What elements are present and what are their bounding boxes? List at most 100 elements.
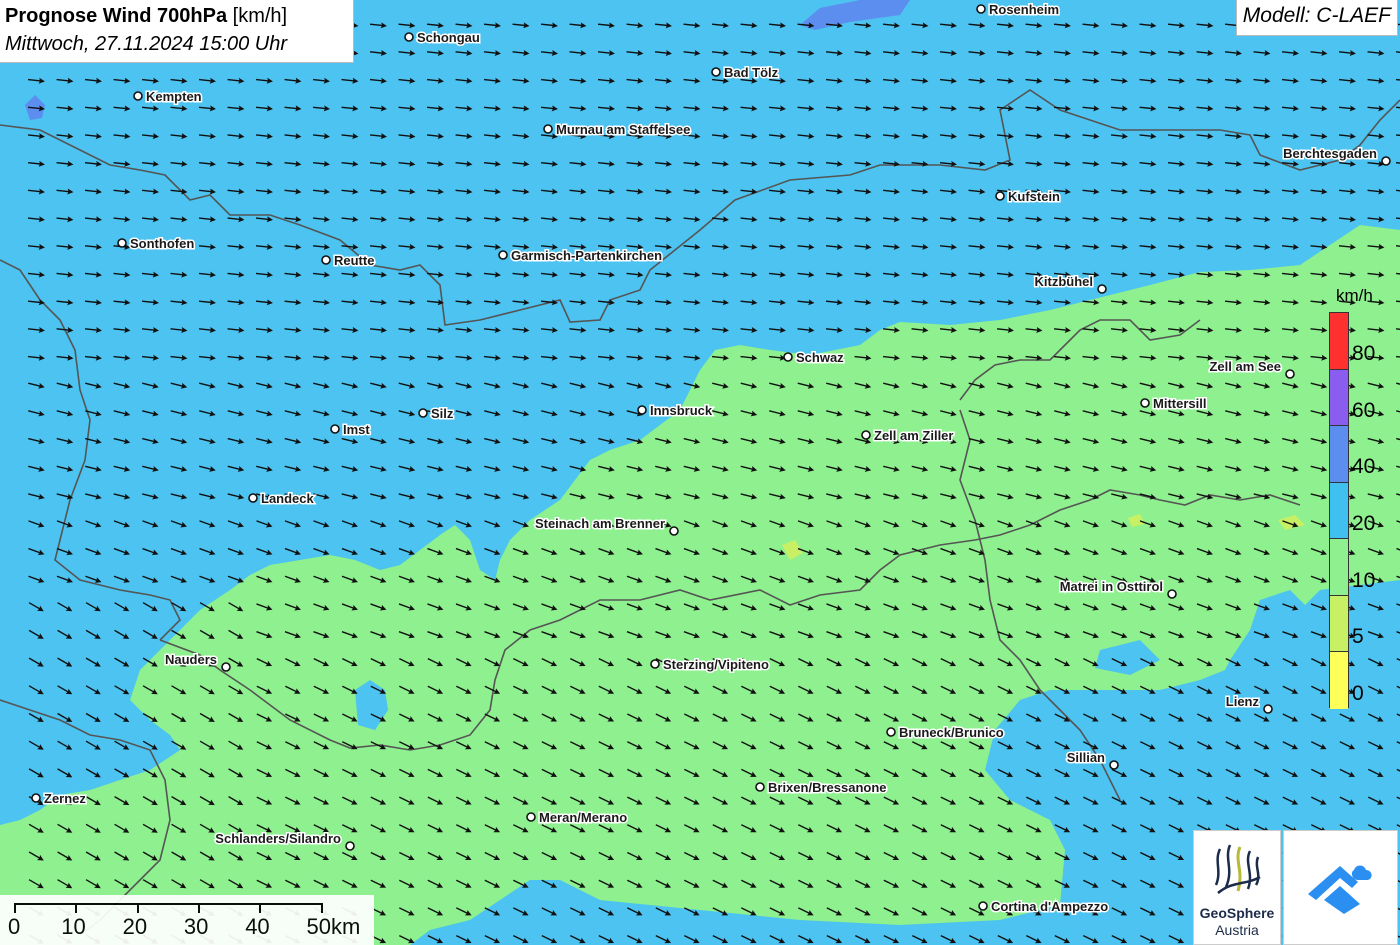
geosphere-name: GeoSphere <box>1199 905 1275 921</box>
scale-tick <box>259 903 262 913</box>
city-marker <box>133 91 143 101</box>
geosphere-sub: Austria <box>1215 922 1259 938</box>
city-marker <box>861 430 871 440</box>
city-marker <box>321 255 331 265</box>
city-label: Kufstein <box>1008 189 1060 204</box>
wind-map: Rosenheim Schongau Bad Tölz Kempten Murnau a… <box>0 0 1400 945</box>
scale-tick <box>136 903 139 913</box>
city-label: Matrei in Osttirol <box>1060 579 1163 594</box>
city-marker <box>526 812 536 822</box>
city-marker <box>248 493 258 503</box>
legend-color-bar <box>1329 312 1349 709</box>
city-label: Sonthofen <box>130 236 194 251</box>
city-marker <box>1097 284 1107 294</box>
city-marker <box>345 841 355 851</box>
city-marker <box>711 67 721 77</box>
city-label: Nauders <box>165 652 217 667</box>
legend-swatch <box>1330 313 1348 370</box>
city-label: Kitzbühel <box>1035 274 1094 289</box>
city-marker <box>31 793 41 803</box>
city-label: Zell am Ziller <box>874 428 953 443</box>
scale-tick <box>197 903 200 913</box>
city-label: Mittersill <box>1153 396 1206 411</box>
legend-swatch <box>1330 539 1348 596</box>
legend-label: 10 <box>1352 568 1376 592</box>
scale-label: 40 <box>245 914 270 939</box>
city-marker <box>995 191 1005 201</box>
legend-unit: km/h <box>1336 286 1373 305</box>
city-marker <box>650 659 660 669</box>
geosphere-logo: GeoSphere Austria <box>1193 830 1281 945</box>
legend-label: 20 <box>1352 512 1376 535</box>
weather-app-logo[interactable] <box>1283 830 1398 945</box>
city-label: Kempten <box>146 89 202 104</box>
legend-swatch <box>1330 482 1348 540</box>
city-marker <box>1285 369 1295 379</box>
city-marker <box>418 408 428 418</box>
color-legend: km/h 80 60 40 20 10 5 0 <box>1328 282 1388 712</box>
city-label: Reutte <box>334 253 374 268</box>
city-label: Schongau <box>417 30 480 45</box>
city-marker <box>755 782 765 792</box>
city-label: Bad Tölz <box>724 65 779 80</box>
scale-label: 0 <box>8 914 21 939</box>
city-marker <box>1381 156 1391 166</box>
city-marker <box>783 352 793 362</box>
city-label: Brixen/Bressanone <box>768 780 887 795</box>
city-label: Berchtesgaden <box>1283 146 1377 161</box>
city-label: Silz <box>431 406 454 421</box>
city-label: Bruneck/Brunico <box>899 725 1004 740</box>
city-marker <box>498 250 508 260</box>
city-label: Landeck <box>261 491 315 506</box>
city-label: Murnau am Staffelsee <box>556 122 690 137</box>
city-label: Zell am See <box>1209 359 1281 374</box>
city-marker <box>404 32 414 42</box>
cloud-arrow-icon <box>1308 865 1372 914</box>
city-label: Rosenheim <box>989 2 1059 17</box>
city-marker <box>117 238 127 248</box>
city-label: Steinach am Brenner <box>535 516 665 531</box>
city-label: Schwaz <box>796 350 844 365</box>
title-box: Prognose Wind 700hPa [km/h] Mittwoch, 27… <box>0 0 354 63</box>
city-marker <box>1140 398 1150 408</box>
city-marker <box>221 662 231 672</box>
scale-bar: 0 10 20 30 40 50km <box>0 895 374 945</box>
city-label: Lienz <box>1226 694 1260 709</box>
scale-tick <box>75 903 78 913</box>
map-title: Prognose Wind 700hPa [km/h] <box>5 3 348 30</box>
city-marker <box>543 124 553 134</box>
legend-swatch <box>1330 595 1348 653</box>
city-label: Cortina d'Ampezzo <box>991 899 1108 914</box>
city-marker <box>637 405 647 415</box>
title-main: Prognose Wind 700hPa <box>5 5 228 27</box>
city-marker <box>1109 760 1119 770</box>
scale-tick <box>14 903 16 913</box>
forecast-datetime: Mittwoch, 27.11.2024 15:00 Uhr <box>5 33 288 55</box>
city-label: Imst <box>343 422 370 437</box>
scale-label: 20 <box>122 914 148 939</box>
scale-tick <box>320 903 323 913</box>
legend-label: 60 <box>1352 398 1376 422</box>
scale-label: 50km <box>306 914 361 939</box>
scale-label: 30 <box>183 914 209 939</box>
geosphere-emblem-icon <box>1214 844 1261 894</box>
legend-label: 40 <box>1352 455 1376 479</box>
city-marker <box>1167 589 1177 599</box>
title-unit: [km/h] <box>232 5 288 27</box>
legend-swatch <box>1330 652 1348 709</box>
legend-label: 5 <box>1352 625 1364 649</box>
city-marker <box>978 901 988 911</box>
legend-swatch <box>1330 369 1348 427</box>
city-label: Schlanders/Silandro <box>215 831 341 846</box>
city-label: Garmisch-Partenkirchen <box>511 248 662 263</box>
city-label: Meran/Merano <box>539 810 627 825</box>
legend-label: 0 <box>1352 681 1364 705</box>
legend-swatch <box>1330 426 1348 483</box>
city-marker <box>330 424 340 434</box>
city-marker <box>976 4 986 14</box>
city-label: Sillian <box>1067 750 1105 765</box>
scale-label: 10 <box>61 914 86 939</box>
city-label: Sterzing/Vipiteno <box>663 657 769 672</box>
city-marker <box>669 526 679 536</box>
model-label: Modell: C-LAEF <box>1235 0 1398 36</box>
